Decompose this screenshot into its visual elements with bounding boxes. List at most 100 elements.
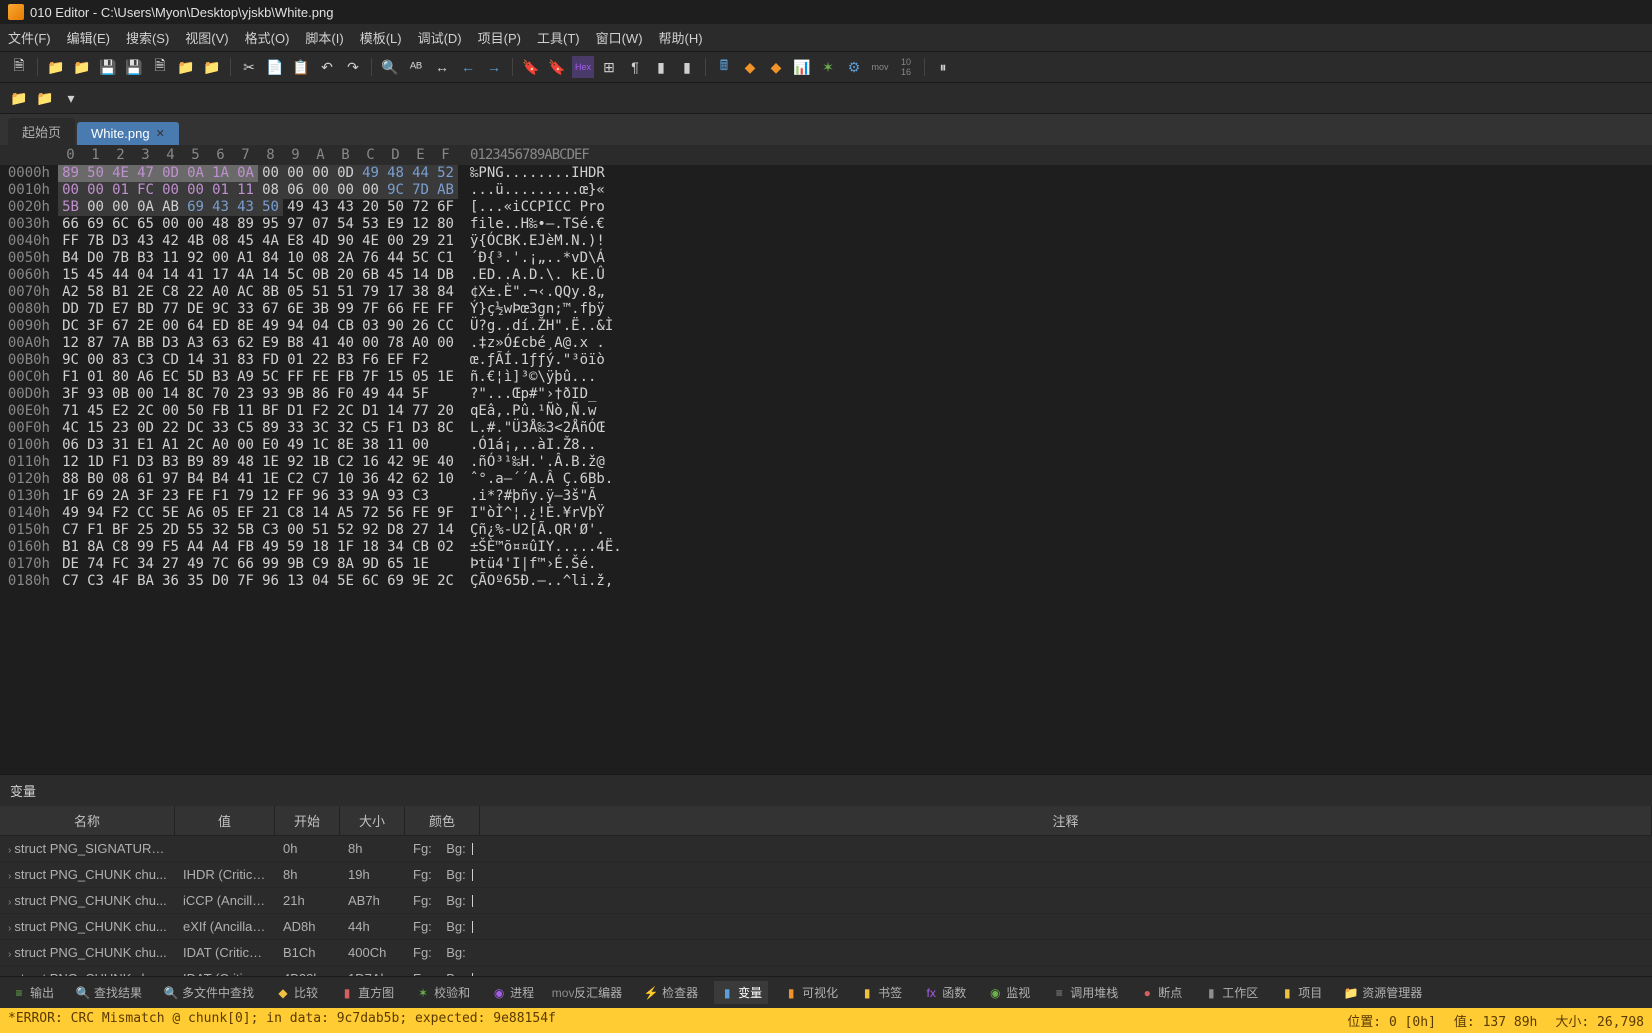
histogram-icon[interactable]: 📊: [791, 56, 813, 78]
hex-row[interactable]: 00F0h4C15230D22DC33C589333C32C5F1D38CL.#…: [0, 420, 1652, 437]
bottom-tab-可视化[interactable]: ▮可视化: [778, 981, 844, 1004]
hex-row[interactable]: 0150hC7F1BF252D55325BC300515292D82714Çñ¿…: [0, 522, 1652, 539]
menu-脚本(I)[interactable]: 脚本(I): [305, 28, 343, 47]
bottom-tab-校验和[interactable]: ✶校验和: [410, 981, 476, 1004]
col-color[interactable]: 颜色: [405, 806, 480, 835]
col-comment[interactable]: 注释: [480, 806, 1652, 835]
copy-icon[interactable]: 📄: [264, 56, 286, 78]
col-value[interactable]: 值: [175, 806, 275, 835]
hex-row[interactable]: 00E0h7145E22C0050FB11BFD1F22CD1147720qEâ…: [0, 403, 1652, 420]
tb2-folder2-icon[interactable]: 📁: [34, 87, 56, 109]
checksum-icon[interactable]: ✶: [817, 56, 839, 78]
bottom-tab-书签[interactable]: ▮书签: [854, 981, 908, 1004]
open-folder-icon[interactable]: 📁: [45, 56, 67, 78]
bottom-tab-项目[interactable]: ▮项目: [1274, 981, 1328, 1004]
hex-row[interactable]: 0140h4994F2CC5EA605EF21C814A57256FE9FI"ò…: [0, 505, 1652, 522]
menu-项目(P)[interactable]: 项目(P): [478, 28, 521, 47]
bottom-tab-反汇编器[interactable]: mov反汇编器: [550, 981, 628, 1004]
menu-搜索(S)[interactable]: 搜索(S): [126, 28, 169, 47]
hex-row[interactable]: 00A0h12877ABBD3A36362E9B841400078A000.‡z…: [0, 335, 1652, 352]
hex-row[interactable]: 0170hDE74FC3427497C66999BC98A9D651E Þtü4…: [0, 556, 1652, 573]
hex-row[interactable]: 0060h154544041441174A145C0B206B4514DB.ED…: [0, 267, 1652, 284]
bottom-tab-工作区[interactable]: ▮工作区: [1198, 981, 1264, 1004]
menu-模板(L)[interactable]: 模板(L): [360, 28, 402, 47]
hex-row[interactable]: 0050hB4D07BB3119200A18410082A76445CC1´Ð{…: [0, 250, 1652, 267]
hex-row[interactable]: 0120h88B0086197B4B4411EC2C71036426210ˆ°.…: [0, 471, 1652, 488]
menu-视图(V)[interactable]: 视图(V): [185, 28, 228, 47]
hex-editor[interactable]: 0123456789ABCDEF 0123456789ABCDEF 0000h8…: [0, 145, 1652, 774]
bottom-tab-监视[interactable]: ◉监视: [982, 981, 1036, 1004]
vars-row[interactable]: ›struct PNG_CHUNK chu... IDAT (Critical,…: [0, 940, 1652, 966]
menu-帮助(H)[interactable]: 帮助(H): [659, 28, 703, 47]
bottom-tab-查找结果[interactable]: 🔍查找结果: [70, 981, 148, 1004]
bottom-tab-变量[interactable]: ▮变量: [714, 981, 768, 1004]
hex-row[interactable]: 0020h5B00000AAB694343504943432050726F[..…: [0, 199, 1652, 216]
nav1-icon[interactable]: ←: [457, 56, 479, 78]
hex-row[interactable]: 0090hDC3F672E0064ED8E499404CB039026CCÜ?g…: [0, 318, 1652, 335]
undo-icon[interactable]: ↶: [316, 56, 338, 78]
bottom-tab-资源管理器[interactable]: 📁资源管理器: [1338, 981, 1428, 1004]
goto-icon[interactable]: ↔: [431, 56, 453, 78]
cut-icon[interactable]: ✂: [238, 56, 260, 78]
vars-row[interactable]: ›struct PNG_CHUNK chu... IHDR (Critical,…: [0, 862, 1652, 888]
vars-row[interactable]: ›struct PNG_CHUNK chu... iCCP (Ancillar.…: [0, 888, 1652, 914]
tab-start[interactable]: 起始页: [8, 118, 75, 145]
open-folder2-icon[interactable]: 📁: [71, 56, 93, 78]
view4-icon[interactable]: ▮: [676, 56, 698, 78]
calculator-icon[interactable]: 🖩: [713, 56, 735, 78]
hex-rows[interactable]: 0000h89504E470D0A1A0A0000000D49484452‰PN…: [0, 165, 1652, 590]
save-all-icon[interactable]: 💾: [123, 56, 145, 78]
hex-row[interactable]: 0110h121DF1D3B3B989481E921BC216429E40.ñÓ…: [0, 454, 1652, 471]
save-icon[interactable]: 💾: [97, 56, 119, 78]
redo-icon[interactable]: ↷: [342, 56, 364, 78]
nav2-icon[interactable]: →: [483, 56, 505, 78]
folder4-icon[interactable]: 📁: [201, 56, 223, 78]
tb2-dropdown-icon[interactable]: ▾: [60, 87, 82, 109]
hex-row[interactable]: 0080hDD7DE7BD77DE9C33676E3B997F66FEFFÝ}ç…: [0, 301, 1652, 318]
find-icon[interactable]: 🔍: [379, 56, 401, 78]
close-tab-icon[interactable]: ✕: [156, 127, 165, 140]
view1-icon[interactable]: ⊞: [598, 56, 620, 78]
hex-row[interactable]: 0030h66696C65000048899597075453E91280fil…: [0, 216, 1652, 233]
view3-icon[interactable]: ▮: [650, 56, 672, 78]
menu-编辑(E)[interactable]: 编辑(E): [67, 28, 110, 47]
menu-文件(F)[interactable]: 文件(F): [8, 28, 51, 47]
menu-窗口(W)[interactable]: 窗口(W): [596, 28, 643, 47]
tool4-icon[interactable]: ⚙: [843, 56, 865, 78]
col-start[interactable]: 开始: [275, 806, 340, 835]
hex-row[interactable]: 0130h1F692A3F23FEF17912FF96339A93C3 .i*?…: [0, 488, 1652, 505]
bottom-tab-输出[interactable]: ≡输出: [6, 981, 60, 1004]
pause-icon[interactable]: ⏸: [932, 56, 954, 78]
bottom-tab-直方图[interactable]: ▮直方图: [334, 981, 400, 1004]
vars-row[interactable]: ›struct PNG_SIGNATURE ... 0h 8h Fg: Bg:: [0, 836, 1652, 862]
bottom-tab-比较[interactable]: ◆比较: [270, 981, 324, 1004]
bottom-tab-多文件中查找[interactable]: 🔍多文件中查找: [158, 981, 260, 1004]
hex-row[interactable]: 00C0hF10180A6EC5DB3A95CFFFEFB7F15051Eñ.€…: [0, 369, 1652, 386]
new-file-icon[interactable]: 🗎: [8, 56, 30, 78]
binary-icon[interactable]: 1016: [895, 56, 917, 78]
col-size[interactable]: 大小: [340, 806, 405, 835]
menu-工具(T)[interactable]: 工具(T): [537, 28, 580, 47]
col-name[interactable]: 名称: [0, 806, 175, 835]
bookmark2-icon[interactable]: 🔖: [546, 56, 568, 78]
hex-row[interactable]: 0160hB18AC899F5A4A4FB4959181F1834CB02±ŠÈ…: [0, 539, 1652, 556]
hex-row[interactable]: 0040hFF7BD343424B08454AE84D904E002921ÿ{Ó…: [0, 233, 1652, 250]
tab-white-png[interactable]: White.png✕: [77, 122, 179, 145]
vars-row[interactable]: ›struct PNG_CHUNK chu... IDAT (Critical,…: [0, 966, 1652, 976]
menu-格式(O)[interactable]: 格式(O): [245, 28, 290, 47]
bottom-tab-函数[interactable]: fx函数: [918, 981, 972, 1004]
hex-row[interactable]: 0070hA258B12EC822A0AC8B05515179173884¢X±…: [0, 284, 1652, 301]
hex-row[interactable]: 00B0h9C0083C3CD143183FD0122B3F6EFF2 œ.ƒÃ…: [0, 352, 1652, 369]
find-replace-icon[interactable]: ᴬᴮ: [405, 56, 427, 78]
tb2-folder1-icon[interactable]: 📁: [8, 87, 30, 109]
bookmark-icon[interactable]: 🔖: [520, 56, 542, 78]
hex-row[interactable]: 0100h06D331E1A12CA000E0491C8E381100 .Ó1á…: [0, 437, 1652, 454]
folder3-icon[interactable]: 📁: [175, 56, 197, 78]
paste-icon[interactable]: 📋: [290, 56, 312, 78]
bottom-tab-进程[interactable]: ◉进程: [486, 981, 540, 1004]
bottom-tab-断点[interactable]: ●断点: [1134, 981, 1188, 1004]
hex-row[interactable]: 0010h000001FC0000011108060000009C7DAB...…: [0, 182, 1652, 199]
compare-icon[interactable]: ◆: [739, 56, 761, 78]
bottom-tab-检查器[interactable]: ⚡检查器: [638, 981, 704, 1004]
hex-row[interactable]: 0000h89504E470D0A1A0A0000000D49484452‰PN…: [0, 165, 1652, 182]
